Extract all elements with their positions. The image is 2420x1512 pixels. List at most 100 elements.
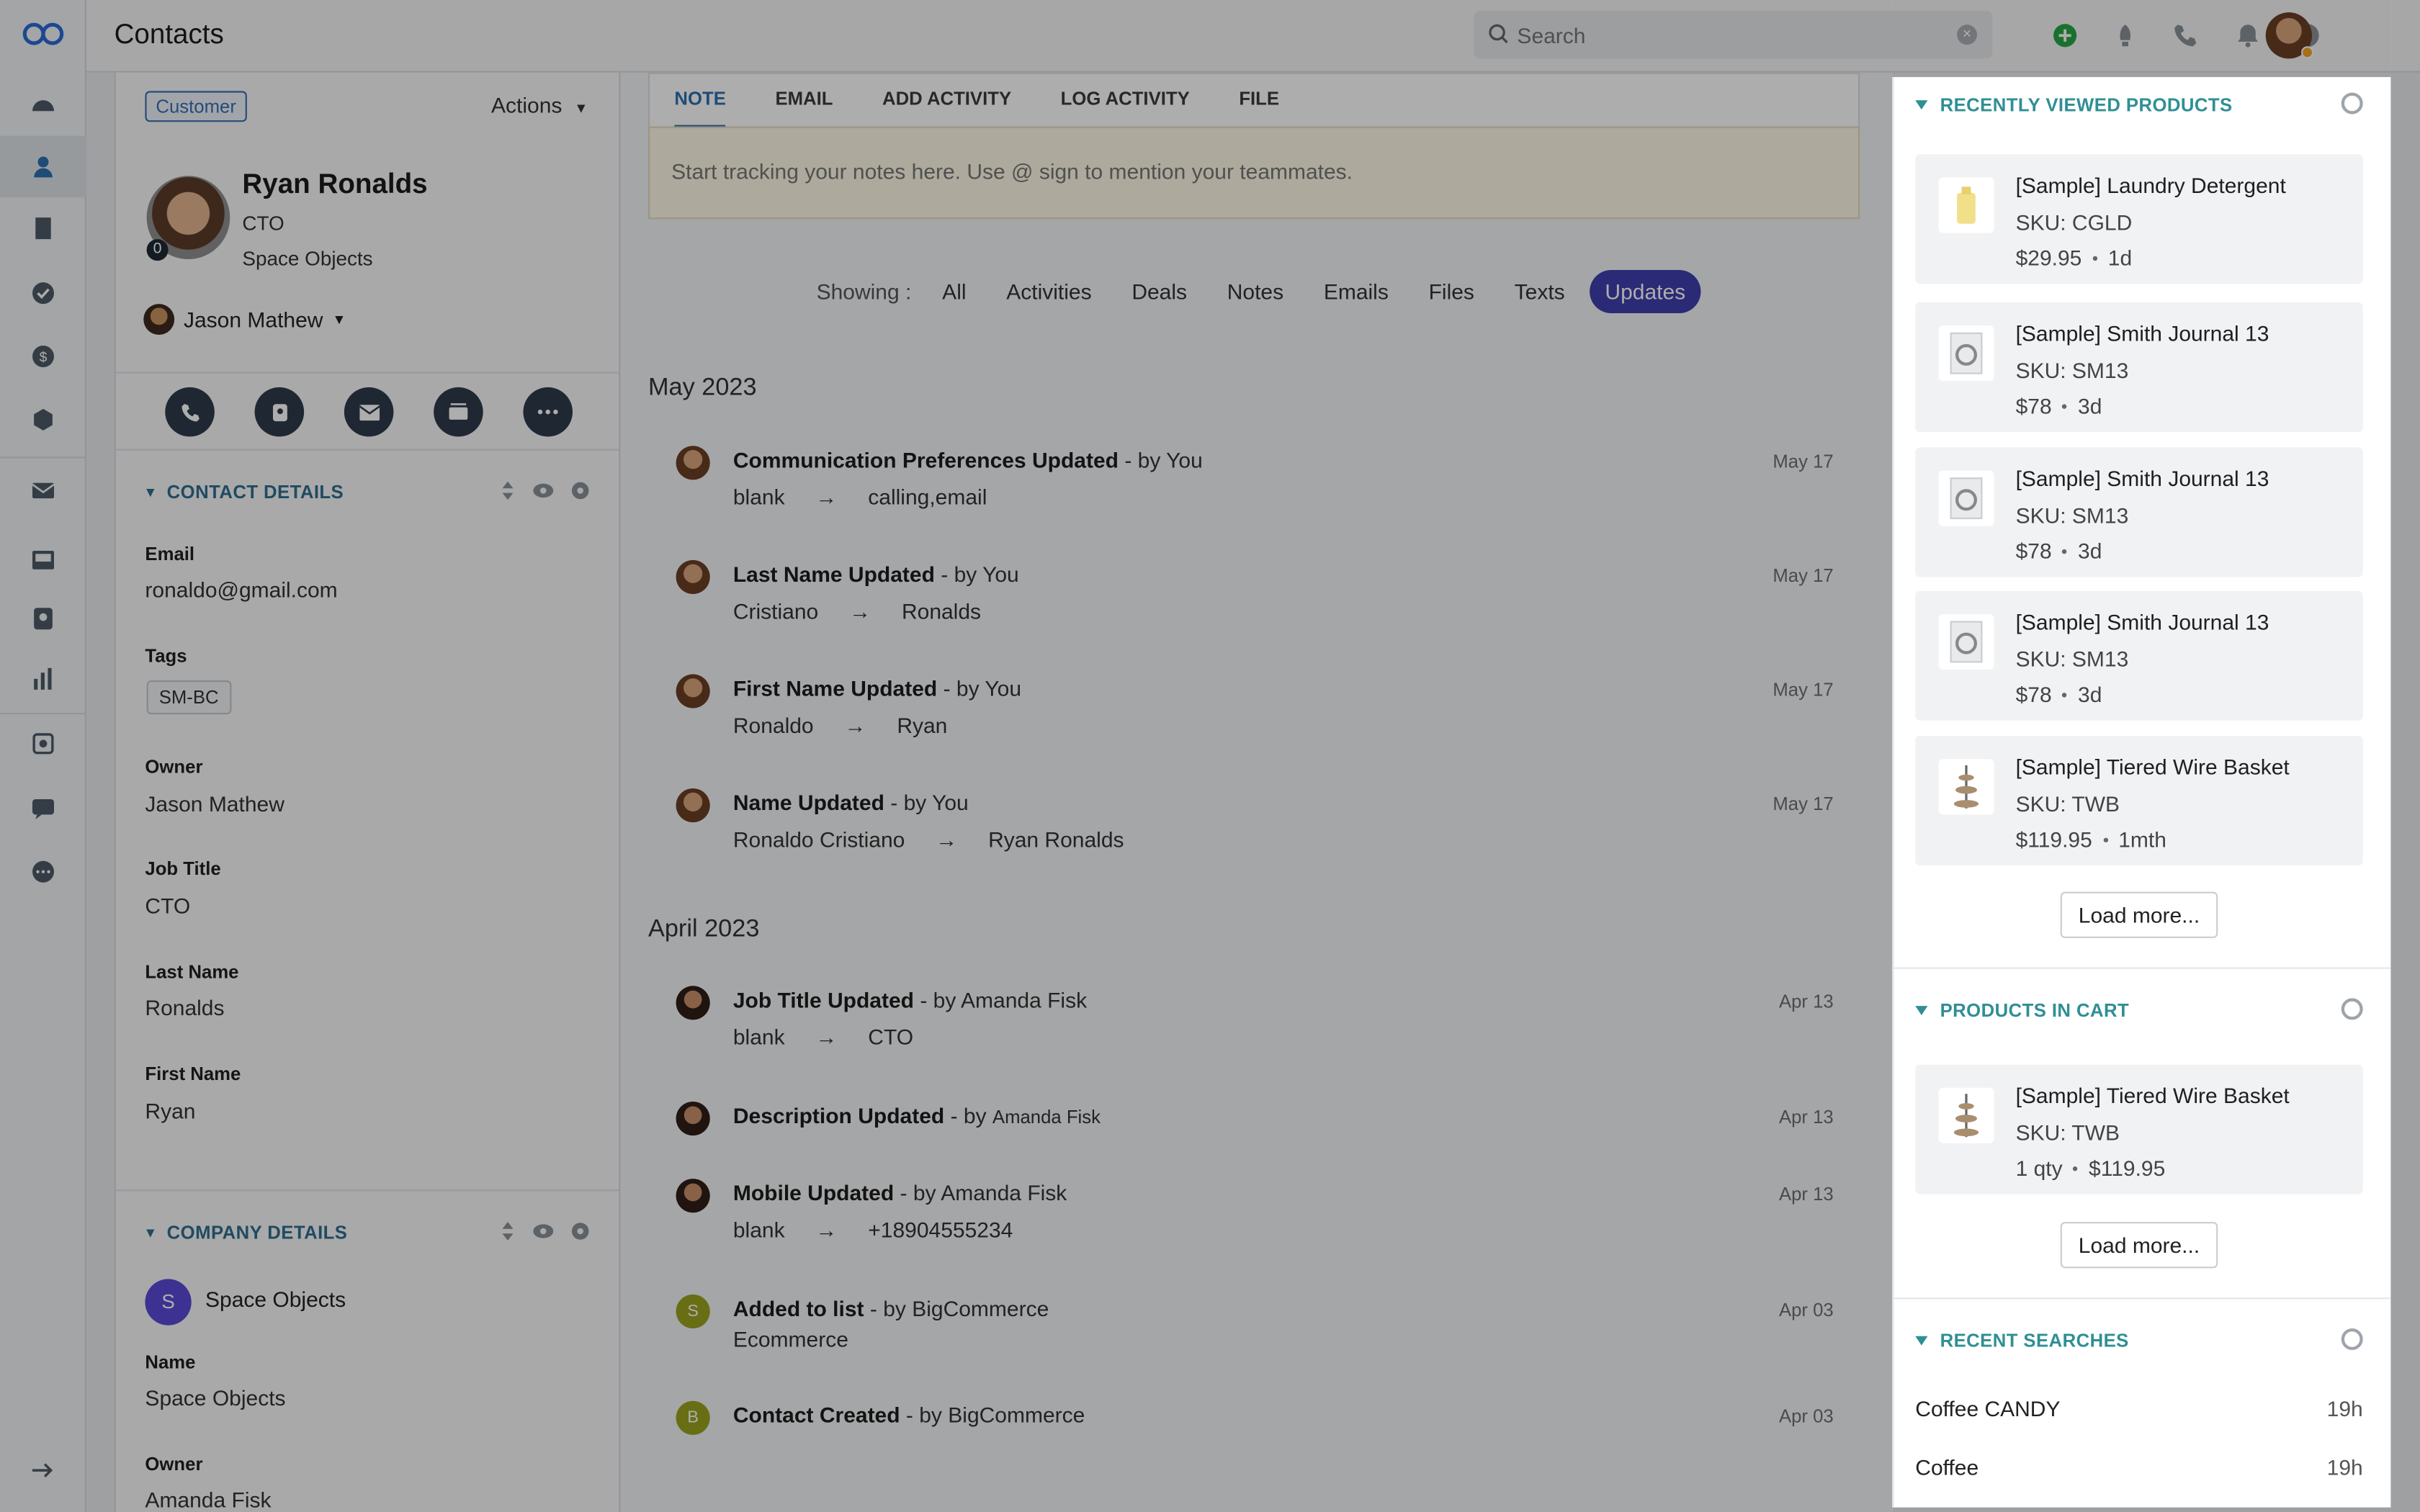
eye-icon[interactable] bbox=[532, 480, 554, 501]
nav-products-icon[interactable] bbox=[0, 389, 86, 451]
contact-company[interactable]: Space Objects bbox=[242, 247, 372, 270]
field-value-last-name[interactable]: Ronalds bbox=[145, 995, 224, 1020]
nav-tasks-icon[interactable] bbox=[0, 262, 86, 324]
tab-email[interactable]: EMAIL bbox=[775, 74, 833, 128]
rocket-icon[interactable] bbox=[2110, 20, 2141, 51]
product-card[interactable]: [Sample] Smith Journal 13 SKU: SM13 $78 3… bbox=[1915, 447, 2363, 577]
filter-notes[interactable]: Notes bbox=[1211, 270, 1299, 313]
refresh-icon[interactable] bbox=[2341, 998, 2363, 1020]
event-date: Apr 03 bbox=[1778, 1299, 1834, 1321]
filter-texts[interactable]: Texts bbox=[1499, 270, 1580, 313]
field-value-company-owner[interactable]: Amanda Fisk bbox=[145, 1488, 271, 1512]
recent-search-item[interactable]: Coffee 19h bbox=[1915, 1455, 2362, 1480]
product-card[interactable]: [Sample] Laundry Detergent SKU: CGLD $29… bbox=[1915, 154, 2363, 284]
separator-dot bbox=[2062, 548, 2068, 554]
filter-deals[interactable]: Deals bbox=[1116, 270, 1203, 313]
load-more-button[interactable]: Load more... bbox=[2060, 1222, 2218, 1269]
composer-tabs: NOTE EMAIL ADD ACTIVITY LOG ACTIVITY FIL… bbox=[648, 72, 1860, 128]
basket-icon bbox=[1938, 759, 1994, 815]
actions-dropdown[interactable]: Actions ▼ bbox=[491, 93, 588, 117]
gear-icon[interactable] bbox=[570, 1220, 591, 1242]
clear-search-icon[interactable]: × bbox=[1957, 24, 1977, 45]
refresh-icon[interactable] bbox=[2341, 92, 2363, 114]
field-value-email[interactable]: ronaldo@gmail.com bbox=[145, 577, 337, 601]
svg-text:$: $ bbox=[40, 350, 48, 365]
note-input[interactable]: Start tracking your notes here. Use @ si… bbox=[648, 126, 1860, 220]
owner-selector[interactable]: Jason Mathew ▼ bbox=[143, 304, 346, 335]
divider bbox=[115, 372, 619, 374]
event-date: Apr 13 bbox=[1778, 990, 1834, 1012]
new-value: CTO bbox=[868, 1024, 914, 1050]
tab-file[interactable]: FILE bbox=[1239, 74, 1279, 128]
load-more-button[interactable]: Load more... bbox=[2060, 891, 2218, 938]
user-avatar[interactable] bbox=[2265, 12, 2314, 59]
call-button[interactable] bbox=[165, 387, 215, 437]
tab-note[interactable]: NOTE bbox=[674, 74, 726, 128]
filter-files[interactable]: Files bbox=[1413, 270, 1489, 313]
tag-chip[interactable]: SM-BC bbox=[146, 680, 231, 715]
gear-icon[interactable] bbox=[570, 480, 591, 501]
company-details-header[interactable]: ▼ COMPANY DETAILS bbox=[143, 1222, 347, 1243]
product-card[interactable]: [Sample] Smith Journal 13 SKU: SM13 $78 3… bbox=[1915, 302, 2363, 432]
nav-automation-icon[interactable] bbox=[0, 713, 86, 775]
modal-backdrop[interactable] bbox=[1892, 1507, 2391, 1512]
filter-emails[interactable]: Emails bbox=[1308, 270, 1404, 313]
sequence-email-button[interactable] bbox=[434, 387, 483, 437]
product-sku: SKU: CGLD bbox=[2015, 210, 2133, 235]
refresh-icon[interactable] bbox=[2341, 1328, 2363, 1350]
field-value-company-name[interactable]: Space Objects bbox=[145, 1385, 285, 1410]
nav-expand-icon[interactable] bbox=[0, 1439, 86, 1501]
tab-log-activity[interactable]: LOG ACTIVITY bbox=[1061, 74, 1190, 128]
tab-add-activity[interactable]: ADD ACTIVITY bbox=[882, 74, 1011, 128]
nav-phone-log-icon[interactable] bbox=[0, 588, 86, 649]
more-options-button[interactable] bbox=[523, 387, 573, 437]
phone-icon[interactable] bbox=[2170, 20, 2201, 51]
event-title: Description Updated bbox=[732, 1103, 945, 1128]
search-box[interactable]: × bbox=[1474, 11, 1993, 59]
search-term: Coffee CANDY bbox=[1915, 1396, 2061, 1421]
event-author: - by Amanda Fisk bbox=[900, 1180, 1067, 1205]
log-call-button[interactable] bbox=[254, 387, 305, 437]
filter-updates[interactable]: Updates bbox=[1589, 270, 1701, 313]
field-value-owner[interactable]: Jason Mathew bbox=[145, 791, 284, 816]
nav-email-icon[interactable] bbox=[0, 460, 86, 522]
nav-more-icon[interactable] bbox=[0, 841, 86, 903]
recently-viewed-header[interactable]: RECENTLY VIEWED PRODUCTS bbox=[1915, 94, 2232, 116]
sort-icon[interactable] bbox=[498, 480, 517, 501]
modal-backdrop[interactable] bbox=[2390, 0, 2420, 1512]
nav-chat-icon[interactable] bbox=[0, 778, 86, 840]
field-value-first-name[interactable]: Ryan bbox=[145, 1099, 195, 1123]
app-logo-icon[interactable] bbox=[20, 19, 66, 50]
field-value-job-title[interactable]: CTO bbox=[145, 894, 190, 918]
recent-searches-header[interactable]: RECENT SEARCHES bbox=[1915, 1330, 2128, 1351]
more-dots-icon bbox=[537, 409, 558, 415]
contact-details-header[interactable]: ▼ CONTACT DETAILS bbox=[143, 482, 344, 503]
nav-reports-icon[interactable] bbox=[0, 648, 86, 710]
nav-contacts-icon[interactable] bbox=[0, 135, 86, 198]
product-card[interactable]: [Sample] Tiered Wire Basket SKU: TWB $11… bbox=[1915, 736, 2363, 866]
nav-deals-icon[interactable]: $ bbox=[0, 325, 86, 387]
company-name-link[interactable]: Space Objects bbox=[205, 1287, 346, 1311]
nav-accounts-icon[interactable] bbox=[0, 197, 86, 259]
search-icon bbox=[1489, 24, 1508, 44]
section-tools bbox=[498, 480, 591, 501]
notifications-bell-icon[interactable] bbox=[2232, 20, 2263, 51]
search-input[interactable] bbox=[1517, 22, 1934, 48]
filter-all[interactable]: All bbox=[927, 270, 982, 313]
product-card[interactable]: [Sample] Smith Journal 13 SKU: SM13 $78 3… bbox=[1915, 590, 2363, 721]
filter-activities[interactable]: Activities bbox=[991, 270, 1107, 313]
sort-icon[interactable] bbox=[498, 1220, 517, 1242]
nav-dashboard-icon[interactable] bbox=[0, 74, 86, 136]
collapse-triangle-icon: ▼ bbox=[143, 484, 158, 500]
eye-icon[interactable] bbox=[532, 1220, 554, 1242]
cart-header[interactable]: PRODUCTS IN CART bbox=[1915, 1000, 2129, 1022]
event-title: Last Name Updated bbox=[732, 562, 935, 587]
cart-product-card[interactable]: [Sample] Tiered Wire Basket SKU: TWB 1 q… bbox=[1915, 1064, 2363, 1194]
recent-search-item[interactable]: Coffee CANDY 19h bbox=[1915, 1396, 2362, 1421]
email-button[interactable] bbox=[344, 387, 394, 437]
section-title: RECENTLY VIEWED PRODUCTS bbox=[1940, 94, 2233, 116]
event-author: - by bbox=[950, 1103, 987, 1128]
nav-inbox-icon[interactable] bbox=[0, 529, 86, 591]
add-icon[interactable] bbox=[2050, 20, 2081, 51]
basket-icon bbox=[1938, 1087, 1994, 1143]
